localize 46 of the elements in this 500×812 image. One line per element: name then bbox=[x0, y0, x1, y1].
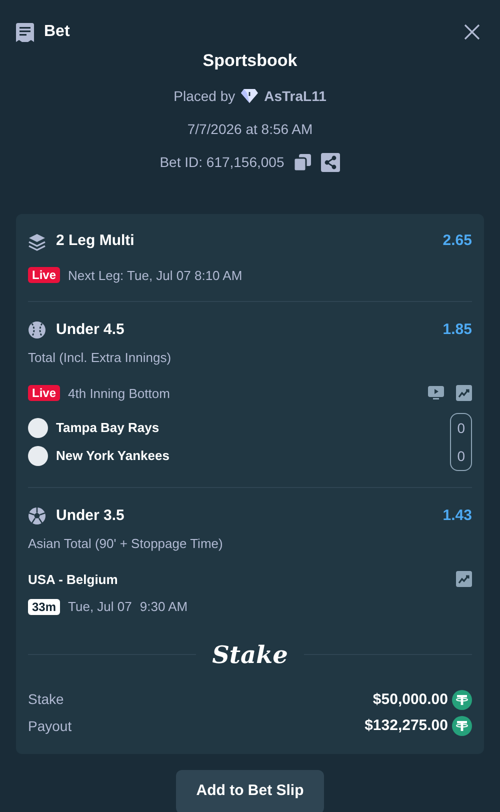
live-badge: Live bbox=[28, 267, 60, 284]
total-label: Payout bbox=[28, 716, 72, 736]
leg-odds: 1.85 bbox=[442, 320, 472, 340]
username[interactable]: AsTraL11 bbox=[264, 86, 326, 106]
next-leg-time: Next Leg: Tue, Jul 07 8:10 AM bbox=[68, 266, 242, 285]
leg-title: Under 4.5 bbox=[56, 320, 124, 340]
team-logo bbox=[28, 446, 48, 466]
dialog-title: Bet bbox=[44, 22, 70, 42]
team-score: 0 bbox=[457, 419, 465, 438]
add-to-bet-slip-button[interactable]: Add to Bet Slip bbox=[176, 770, 324, 812]
market-name: Total (Incl. Extra Innings) bbox=[28, 349, 172, 367]
match-status: 4th Inning Bottom bbox=[68, 384, 170, 403]
soccer-ball-icon bbox=[28, 507, 46, 525]
team-name: New York Yankees bbox=[56, 447, 170, 466]
coin-icon bbox=[452, 716, 472, 736]
market-name: Asian Total (90' + Stoppage Time) bbox=[28, 535, 224, 553]
receipt-icon bbox=[16, 22, 34, 42]
total-label: Stake bbox=[28, 690, 64, 710]
layers-icon bbox=[28, 232, 46, 250]
placed-by-label: Placed by bbox=[174, 86, 236, 106]
bet-id: Bet ID: 617,156,005 bbox=[160, 152, 284, 172]
bet-date: 7/7/2026 at 8:56 AM bbox=[187, 120, 313, 138]
team-name: Tampa Bay Rays bbox=[56, 419, 160, 438]
live-badge: Live bbox=[28, 385, 60, 402]
multi-odds: 2.65 bbox=[442, 231, 472, 252]
multi-title: 2 Leg Multi bbox=[56, 231, 134, 252]
share-icon[interactable] bbox=[321, 152, 340, 172]
coin-icon bbox=[452, 690, 472, 710]
event-time: 9:30 AM bbox=[140, 598, 188, 616]
team-logo bbox=[28, 418, 48, 438]
total-amount: $50,000.00 bbox=[372, 690, 448, 710]
chart-icon[interactable] bbox=[456, 385, 472, 402]
countdown-badge: 33m bbox=[28, 598, 60, 615]
brand-logo: Stake bbox=[212, 638, 288, 670]
leg-title: Under 3.5 bbox=[56, 506, 124, 526]
leg-odds: 1.43 bbox=[442, 506, 472, 526]
product-title: Sportsbook bbox=[202, 50, 298, 72]
chart-icon[interactable] bbox=[456, 571, 472, 588]
event-name: USA - Belgium bbox=[28, 570, 118, 589]
diamond-icon bbox=[241, 89, 258, 103]
copy-icon[interactable] bbox=[294, 154, 312, 170]
total-amount: $132,275.00 bbox=[364, 716, 448, 736]
baseball-icon bbox=[28, 321, 46, 339]
tv-icon[interactable] bbox=[428, 386, 444, 400]
event-date: Tue, Jul 07 bbox=[68, 598, 132, 616]
team-score: 0 bbox=[457, 447, 465, 466]
